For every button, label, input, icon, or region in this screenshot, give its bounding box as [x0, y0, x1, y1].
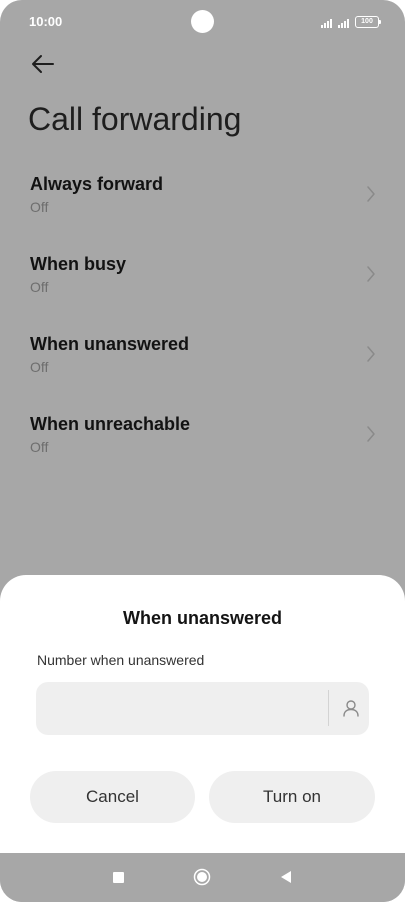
- back-arrow-icon: [32, 55, 54, 73]
- bottom-sheet-dialog: When unanswered Number when unanswered C…: [0, 575, 405, 853]
- chevron-right-icon: [367, 266, 375, 282]
- phone-screen: 10:00 100 Call forwarding Always forward…: [0, 0, 405, 902]
- row-title: When unanswered: [30, 334, 190, 354]
- row-title: When busy: [30, 254, 127, 274]
- field-label: Number when unanswered: [37, 652, 205, 668]
- home-icon[interactable]: [193, 868, 211, 886]
- pick-contact-button[interactable]: [338, 695, 364, 721]
- when-busy-row[interactable]: When busy Off: [0, 240, 405, 320]
- battery-icon: 100: [355, 16, 381, 28]
- dialog-title: When unanswered: [122, 608, 283, 628]
- input-divider: [328, 690, 329, 726]
- row-title: When unreachable: [30, 414, 191, 434]
- when-unanswered-row[interactable]: When unanswered Off: [0, 320, 405, 400]
- turn-on-button[interactable]: Turn on: [209, 771, 375, 823]
- signal-2-icon: [338, 18, 349, 28]
- back-icon[interactable]: [280, 870, 292, 884]
- always-forward-row[interactable]: Always forward Off: [0, 160, 405, 240]
- row-status: Off: [30, 359, 49, 375]
- chevron-right-icon: [367, 186, 375, 202]
- back-button[interactable]: [28, 50, 60, 78]
- when-unreachable-row[interactable]: When unreachable Off: [0, 400, 405, 480]
- navigation-bar: [0, 853, 405, 902]
- front-camera: [191, 10, 214, 33]
- settings-list: Always forward Off When busy Off When un…: [0, 160, 405, 480]
- signal-1-icon: [321, 18, 332, 28]
- chevron-right-icon: [367, 426, 375, 442]
- number-input-box: [36, 682, 369, 737]
- row-status: Off: [30, 279, 49, 295]
- row-title: Always forward: [30, 174, 164, 194]
- contact-icon: [343, 700, 359, 717]
- recents-icon[interactable]: [113, 872, 124, 883]
- chevron-right-icon: [367, 346, 375, 362]
- number-input[interactable]: [48, 682, 322, 737]
- status-time: 10:00: [29, 14, 63, 29]
- status-icons: 100: [321, 14, 381, 28]
- row-status: Off: [30, 199, 49, 215]
- row-status: Off: [30, 439, 49, 455]
- page-title: Call forwarding: [28, 101, 242, 137]
- cancel-button[interactable]: Cancel: [30, 771, 195, 823]
- status-bar: 10:00 100: [0, 0, 405, 44]
